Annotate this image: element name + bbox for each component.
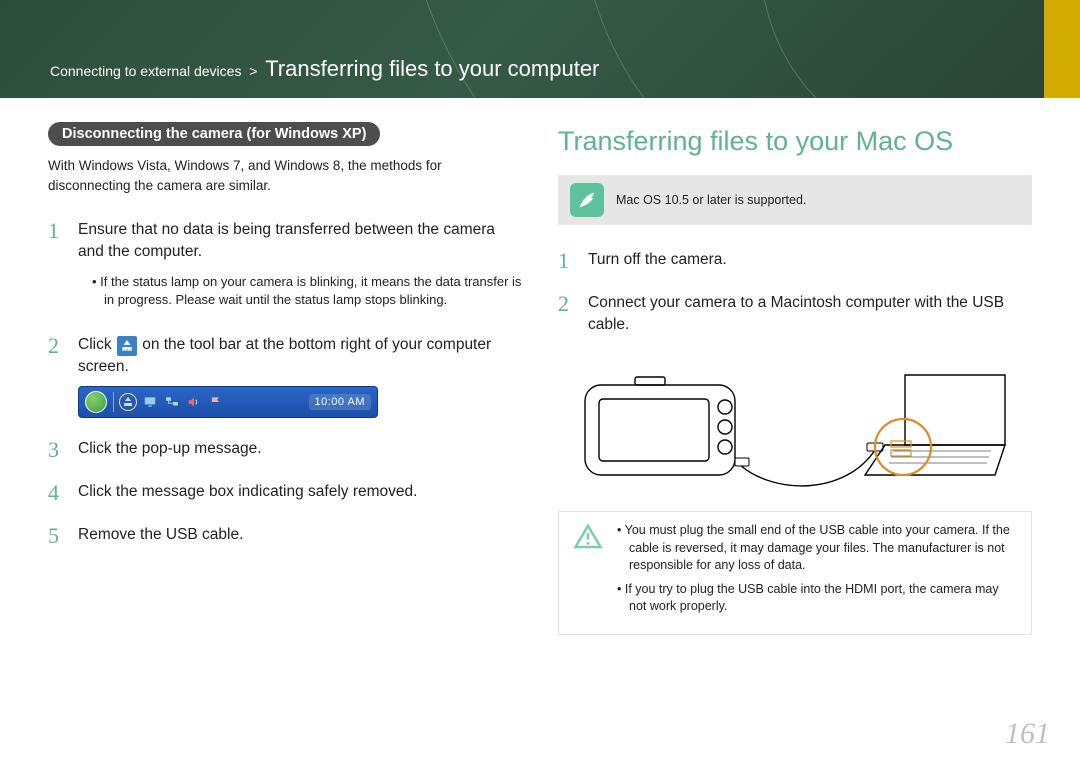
note-box: Mac OS 10.5 or later is supported. — [558, 175, 1032, 225]
steps-left: 1 Ensure that no data is being transferr… — [48, 219, 522, 547]
volume-tray-icon — [186, 394, 202, 410]
breadcrumb-title: Transferring files to your computer — [265, 56, 599, 81]
windows-taskbar-illustration: 10:00 AM — [78, 386, 378, 418]
step-1: 1 Turn off the camera. — [558, 249, 1032, 272]
page-number: 161 — [1005, 717, 1050, 751]
step-text: Click the pop-up message. — [78, 438, 262, 461]
step-4: 4 Click the message box indicating safel… — [48, 481, 522, 504]
page-body: Disconnecting the camera (for Windows XP… — [0, 98, 1080, 635]
step-text: Click the message box indicating safely … — [78, 481, 417, 504]
step-1: 1 Ensure that no data is being transferr… — [48, 219, 522, 314]
warning-icon — [573, 522, 603, 552]
breadcrumb-section: Connecting to external devices — [50, 63, 241, 79]
step-number: 2 — [48, 334, 68, 418]
flag-tray-icon — [208, 394, 224, 410]
warning-item: If you try to plug the USB cable into th… — [617, 581, 1017, 616]
step-number: 2 — [558, 292, 578, 335]
subsection-pill: Disconnecting the camera (for Windows XP… — [48, 122, 380, 146]
step-text: Connect your camera to a Macintosh compu… — [588, 292, 1032, 335]
section-heading: Transferring files to your Mac OS — [558, 126, 1032, 157]
network-tray-icon — [164, 394, 180, 410]
step-number: 1 — [48, 219, 68, 314]
step-3: 3 Click the pop-up message. — [48, 438, 522, 461]
page-header: Connecting to external devices > Transfe… — [0, 0, 1080, 98]
step-text-b: on the tool bar at the bottom right of y… — [78, 336, 491, 375]
safely-remove-tray-icon — [120, 394, 136, 410]
column-left: Disconnecting the camera (for Windows XP… — [48, 122, 522, 635]
step-number: 4 — [48, 481, 68, 504]
camera-laptop-usb-diagram — [575, 355, 1015, 495]
step-number: 5 — [48, 524, 68, 547]
step-bullet: If the status lamp on your camera is bli… — [92, 273, 522, 311]
breadcrumb: Connecting to external devices > Transfe… — [50, 0, 1030, 82]
warning-item: You must plug the small end of the USB c… — [617, 522, 1017, 575]
note-text: Mac OS 10.5 or later is supported. — [616, 193, 806, 207]
step-2: 2 Click on the tool bar at the bottom ri… — [48, 334, 522, 418]
edge-tab — [1044, 0, 1080, 98]
note-icon — [570, 183, 604, 217]
warning-box: You must plug the small end of the USB c… — [558, 511, 1032, 635]
step-2: 2 Connect your camera to a Macintosh com… — [558, 292, 1032, 335]
step-text: Remove the USB cable. — [78, 524, 243, 547]
step-number: 3 — [48, 438, 68, 461]
step-text: Click on the tool bar at the bottom righ… — [78, 334, 522, 378]
step-text-a: Click — [78, 336, 116, 353]
taskbar-clock: 10:00 AM — [309, 394, 371, 410]
step-text: Ensure that no data is being transferred… — [78, 219, 522, 262]
intro-text: With Windows Vista, Windows 7, and Windo… — [48, 156, 522, 195]
column-right: Transferring files to your Mac OS Mac OS… — [558, 122, 1032, 635]
safely-remove-hardware-icon — [117, 336, 137, 356]
start-button-icon — [85, 391, 107, 413]
step-text: Turn off the camera. — [588, 249, 727, 272]
step-5: 5 Remove the USB cable. — [48, 524, 522, 547]
monitor-tray-icon — [142, 394, 158, 410]
step-number: 1 — [558, 249, 578, 272]
steps-right: 1 Turn off the camera. 2 Connect your ca… — [558, 249, 1032, 335]
